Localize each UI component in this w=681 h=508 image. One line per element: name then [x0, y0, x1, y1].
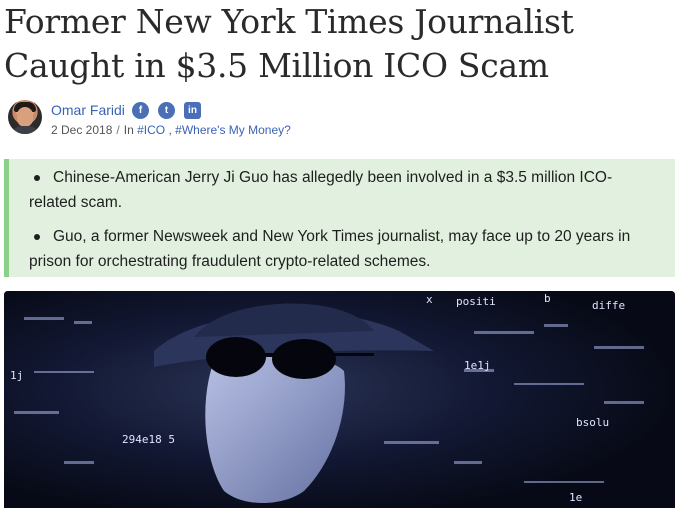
hero-image: positi b diffe x 1e1j 1j bsolu 294e18 5 …: [4, 291, 675, 508]
author-link[interactable]: Omar Faridi: [51, 102, 125, 118]
article-meta: 2 Dec 2018/In #ICO , #Where's My Money?: [51, 123, 291, 137]
facebook-icon[interactable]: f: [132, 102, 149, 119]
linkedin-icon[interactable]: in: [184, 102, 201, 119]
tag-wheres-my-money[interactable]: #Where's My Money?: [175, 123, 291, 137]
publish-date: 2 Dec 2018: [51, 123, 113, 137]
article-summary: Chinese-American Jerry Ji Guo has allege…: [4, 159, 675, 277]
hero-code-text: 1j: [10, 369, 23, 382]
tag-separator: ,: [168, 123, 172, 137]
byline: Omar Faridi f t in 2 Dec 2018/In #ICO , …: [8, 100, 408, 146]
hero-code-text: b: [544, 292, 551, 305]
hero-code-text: x: [426, 293, 433, 306]
hero-code-text: 294e18 5: [122, 433, 175, 446]
tag-ico[interactable]: #ICO: [137, 123, 165, 137]
article-title: Former New York Times Journalist Caught …: [4, 2, 574, 85]
hero-code-text: positi: [456, 295, 496, 308]
hero-code-text: 1e1j: [464, 359, 491, 372]
hero-illustration: positi b diffe x 1e1j 1j bsolu 294e18 5 …: [4, 291, 675, 508]
hero-code-text: 1e: [569, 491, 582, 504]
author-avatar[interactable]: [8, 100, 42, 134]
twitter-icon[interactable]: t: [158, 102, 175, 119]
hero-code-text: bsolu: [576, 416, 609, 429]
hero-code-text: diffe: [592, 299, 625, 312]
in-label: In: [123, 123, 134, 137]
summary-bullet: Guo, a former Newsweek and New York Time…: [29, 224, 659, 274]
summary-bullet: Chinese-American Jerry Ji Guo has allege…: [29, 165, 659, 215]
